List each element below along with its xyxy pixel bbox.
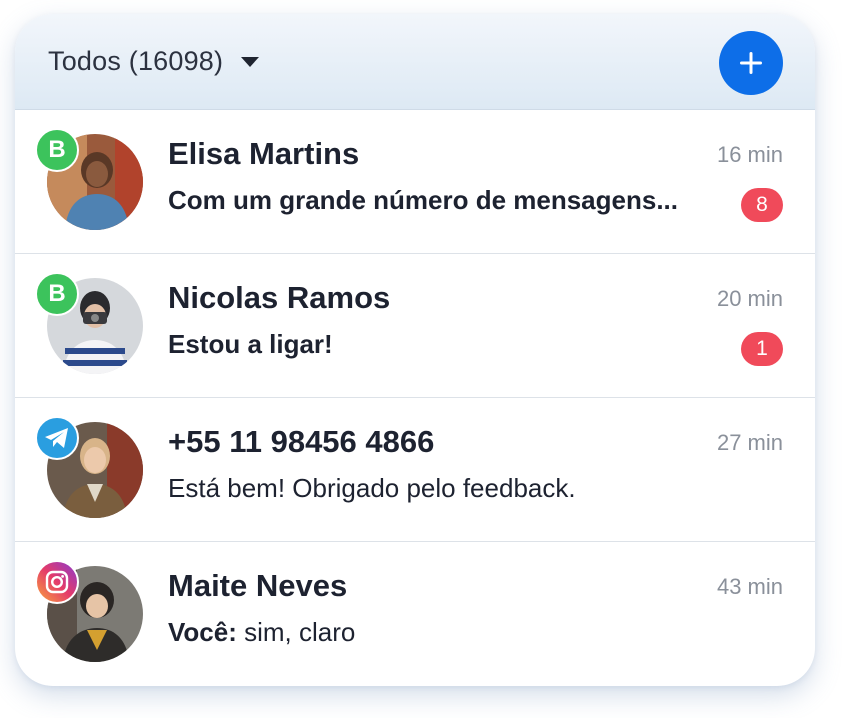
telegram-icon [35,416,79,460]
message-preview: Com um grande número de mensagens... [168,185,678,215]
message-time: 27 min [716,430,783,455]
filter-label: Todos (16098) [48,46,224,76]
contact-name: Elisa Martins [168,136,360,171]
message-preview: Estou a ligar! [168,329,333,359]
channel-letter: B [48,136,66,163]
new-conversation-button[interactable] [719,31,783,95]
message-preview: Você: sim, claro [168,617,738,648]
instagram-icon [35,560,79,604]
message-time: 43 min [716,574,783,599]
conversation-row[interactable]: B Nicolas Ramos 20 min Estou a ligar! 1 [15,254,815,398]
conversation-row[interactable]: B Elisa Martins 16 min Com um grande núm… [15,110,815,254]
conversation-filter-dropdown[interactable]: Todos (16098) [48,46,260,77]
whatsapp-business-icon: B [35,272,79,316]
message-time: 16 min [716,142,783,167]
unread-count-badge: 8 [741,188,783,222]
contact-name: Nicolas Ramos [168,280,391,315]
conversation-list-card: Todos (16098) B Elisa Martins 16 min Com… [15,14,815,686]
unread-count-badge: 1 [741,332,783,366]
message-time: 20 min [716,286,783,311]
plus-icon [740,52,762,74]
whatsapp-business-icon: B [35,128,79,172]
list-header: Todos (16098) [15,14,815,110]
channel-letter: B [48,280,66,307]
message-text: sim, claro [236,617,356,647]
conversation-row[interactable]: Maite Neves 43 min Você: sim, claro [15,542,815,686]
message-preview: Está bem! Obrigado pelo feedback. [168,473,576,503]
contact-name: Maite Neves [168,568,348,603]
message-sender-prefix: Você: [168,617,237,647]
caret-down-icon [241,56,260,67]
conversation-row[interactable]: +55 11 98456 4866 27 min Está bem! Obrig… [15,398,815,542]
contact-name: +55 11 98456 4866 [168,424,435,459]
